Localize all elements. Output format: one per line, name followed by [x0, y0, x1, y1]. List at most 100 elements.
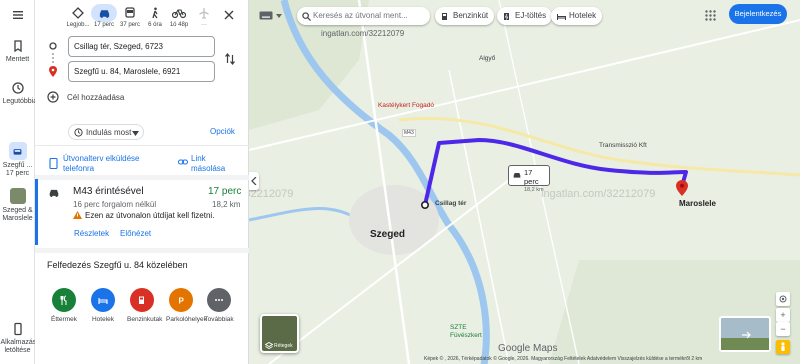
- clock-icon: [74, 128, 83, 137]
- mode-best[interactable]: Legjob...: [65, 4, 91, 28]
- mode-transit[interactable]: 37 perc: [117, 4, 143, 28]
- preview-button[interactable]: Előnézet: [120, 229, 151, 238]
- left-rail: Mentett Legutóbbiak Szegfű ... 17 perc S…: [0, 0, 41, 364]
- zoom-in-button[interactable]: +: [776, 308, 790, 322]
- google-maps-logo: Google Maps: [498, 343, 558, 354]
- pegman-button[interactable]: [776, 340, 790, 354]
- category-label: Parkolóhelyek: [166, 316, 207, 323]
- chip-gas-label: Benzinkút: [453, 11, 489, 20]
- place-csillag: Csillag tér: [435, 200, 467, 207]
- category-gas-station[interactable]: Benzinkutak: [127, 288, 162, 324]
- destination-pin-icon[interactable]: [676, 180, 688, 196]
- swap-icon: [225, 53, 235, 65]
- map-canvas[interactable]: ingatlan.com/32212079 ingatlan.com/32212…: [249, 0, 800, 364]
- send-to-phone-button[interactable]: Útvonalterv elküldése telefonra: [49, 154, 159, 174]
- directions-panel: Legjob... 17 perc 37 perc 6 óra 1ó 48p —: [35, 0, 249, 364]
- recent-button[interactable]: Legutóbbiak: [0, 81, 41, 106]
- depart-now-label: Indulás most: [86, 128, 132, 137]
- layers-icon: [265, 342, 273, 350]
- keyboard-button[interactable]: [259, 9, 285, 23]
- chip-hotels[interactable]: Hotelek: [551, 7, 603, 25]
- origin-dot-icon: [49, 42, 57, 50]
- category-circle: [91, 288, 115, 312]
- car-icon: [99, 9, 109, 18]
- zoom-out-button[interactable]: −: [776, 322, 790, 336]
- bubble-distance: 18,2 km: [524, 187, 544, 193]
- restaurant-icon: [60, 295, 67, 305]
- close-button[interactable]: [223, 8, 237, 22]
- trip-button[interactable]: Szegfű ... 17 perc: [0, 142, 35, 178]
- mode-car[interactable]: 17 perc: [91, 4, 117, 28]
- collapse-panel-button[interactable]: [249, 172, 259, 190]
- layers-label: Rétegek: [274, 343, 293, 349]
- route-time-bubble[interactable]: 17 perc 18,2 km: [508, 165, 550, 193]
- category-parking[interactable]: P Parkolóhelyek: [166, 288, 207, 324]
- apps-grid-button[interactable]: [705, 8, 717, 21]
- add-destination-label: Cél hozzáadása: [67, 93, 125, 102]
- explore-title: Felfedezés Szegfű u. 84 közelében: [47, 260, 188, 270]
- city-maroslele: Maroslele: [679, 199, 716, 208]
- menu-button[interactable]: [0, 8, 35, 25]
- add-destination-button[interactable]: Cél hozzáadása: [47, 91, 167, 105]
- mode-best-label: Legjob...: [66, 22, 90, 28]
- place-thumb: [9, 188, 26, 204]
- toll-warning: Ezen az útvonalon útdíjat kell fizetni.: [85, 211, 215, 220]
- category-hotel[interactable]: Hotelek: [88, 288, 118, 324]
- chevron-down-icon: [132, 131, 139, 136]
- hotel-icon: [557, 14, 566, 20]
- destination-field[interactable]: Szegfű u. 84, Maroslele, 6921: [68, 61, 215, 82]
- bus-icon: [125, 6, 135, 18]
- mode-flight-label: —: [201, 22, 207, 28]
- diamond-route-icon: [72, 6, 84, 19]
- bike-icon: [172, 8, 186, 18]
- category-circle: [52, 288, 76, 312]
- saved-button[interactable]: Mentett: [0, 39, 35, 64]
- place-castle: Kastélykert Fogadó: [378, 102, 435, 109]
- bookmark-icon: [13, 40, 22, 53]
- chip-ev[interactable]: EJ-töltés: [497, 7, 553, 25]
- map-footer: Képek © , 2026, Térképadatok © Google, 2…: [424, 356, 703, 362]
- category-restaurant[interactable]: Éttermek: [49, 288, 79, 324]
- street-view-thumbnail[interactable]: [719, 316, 771, 352]
- ev-charger-icon: [504, 13, 509, 20]
- plus-icon: +: [780, 310, 786, 320]
- apps-label: Alkalmazás letöltése: [0, 339, 37, 354]
- mode-car-label: 17 perc: [93, 22, 114, 28]
- travel-modes: Legjob... 17 perc 37 perc 6 óra 1ó 48p —: [35, 0, 249, 36]
- apps-button[interactable]: Alkalmazás letöltése: [0, 322, 37, 355]
- search-placeholder: Keresés az útvonal ment...: [313, 11, 408, 20]
- swap-button[interactable]: [224, 52, 236, 66]
- mode-bike[interactable]: 1ó 48p: [166, 4, 192, 28]
- options-button[interactable]: Opciók: [210, 127, 235, 136]
- link-icon: [178, 159, 188, 165]
- origin-field[interactable]: Csillag tér, Szeged, 6723: [68, 36, 215, 57]
- origin-marker-icon[interactable]: [420, 200, 430, 210]
- category-more[interactable]: Továbbiak: [204, 288, 234, 324]
- chip-gas[interactable]: Benzinkút: [435, 7, 495, 25]
- route-time: 17 perc: [208, 186, 242, 197]
- copy-link-label: Link másolása: [191, 154, 226, 173]
- chevron-down-icon: [276, 14, 282, 18]
- signin-button[interactable]: Bejelentkezés: [729, 4, 787, 24]
- route-search[interactable]: Keresés az útvonal ment...: [297, 7, 430, 25]
- details-button[interactable]: Részletek: [74, 229, 109, 238]
- mode-walk[interactable]: 6 óra: [142, 4, 168, 28]
- route-distance: 18,2 km: [212, 200, 241, 209]
- copy-link-button[interactable]: Link másolása: [178, 154, 243, 174]
- category-label: Hotelek: [91, 316, 115, 323]
- category-circle: [130, 288, 154, 312]
- trip-label: Szegfű ...: [2, 162, 33, 169]
- city-szeged: Szeged: [370, 229, 406, 240]
- car-icon: [13, 148, 22, 155]
- depart-now-dropdown[interactable]: Indulás most: [68, 124, 144, 140]
- chip-ev-label: EJ-töltés: [515, 11, 547, 20]
- my-location-button[interactable]: [776, 292, 790, 306]
- layers-button[interactable]: Rétegek: [260, 314, 299, 353]
- route-card[interactable]: M43 érintésével 17 perc 16 perc forgalom…: [35, 179, 249, 245]
- menu-icon: [12, 11, 23, 19]
- hotel-icon: [98, 298, 108, 304]
- mode-flight[interactable]: —: [191, 4, 217, 28]
- place-button[interactable]: Szeged & Maroslele: [0, 188, 35, 223]
- saved-label: Mentett: [5, 56, 30, 63]
- gas-station-icon: [442, 13, 447, 20]
